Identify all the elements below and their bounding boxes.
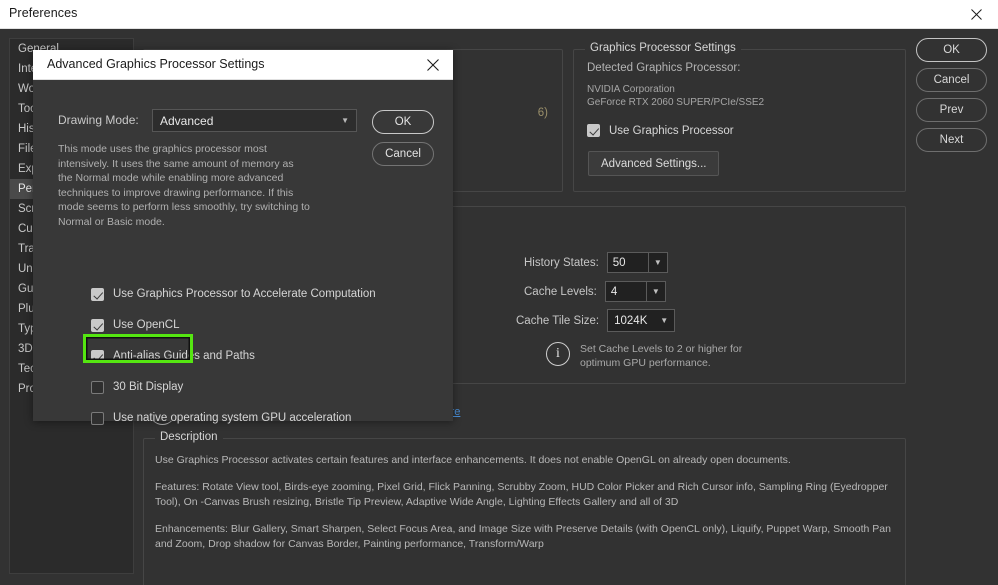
dialog-action-buttons: OK Cancel Prev Next [916, 38, 989, 158]
use-opencl-checkbox[interactable]: Use OpenCL [91, 316, 376, 334]
history-states-row: History States: ▼ [524, 252, 668, 273]
window-title: Preferences [9, 6, 78, 20]
detected-gpu-label: Detected Graphics Processor: [587, 62, 741, 74]
ok-button[interactable]: OK [916, 38, 987, 62]
modal-body: Drawing Mode: Advanced ▼ This mode uses … [33, 80, 453, 425]
checkbox-box [91, 380, 104, 394]
window-titlebar: Preferences [0, 0, 998, 29]
description-group: Description Use Graphics Processor activ… [143, 431, 906, 585]
checkbox-label: Use Graphics Processor [609, 124, 734, 137]
history-states-input[interactable] [607, 253, 648, 272]
cancel-button[interactable]: Cancel [916, 68, 987, 92]
checkbox-label: Anti-alias Guides and Paths [113, 350, 255, 362]
memory-range-fragment: 6) [537, 107, 548, 119]
cache-tile-size-label: Cache Tile Size: [516, 314, 600, 327]
checkbox-label: Use OpenCL [113, 319, 180, 331]
checkbox-label: 30 Bit Display [113, 381, 184, 393]
history-states-stepper[interactable]: ▼ [606, 252, 668, 273]
history-states-label: History States: [524, 256, 599, 269]
drawing-mode-description: This mode uses the graphics processor mo… [58, 143, 310, 228]
advanced-gpu-options-list: Use Graphics Processor to Accelerate Com… [91, 285, 376, 440]
checkbox-label: Use native operating system GPU accelera… [113, 412, 352, 424]
modal-titlebar: Advanced Graphics Processor Settings [33, 50, 453, 80]
description-paragraph-2: Features: Rotate View tool, Birds-eye zo… [155, 481, 888, 508]
preferences-window: Preferences General Interface Workspace … [0, 0, 998, 585]
detected-gpu-value: NVIDIA Corporation GeForce RTX 2060 SUPE… [587, 84, 765, 108]
checkbox-box [91, 287, 104, 301]
use-gpu-accelerate-computation-checkbox[interactable]: Use Graphics Processor to Accelerate Com… [91, 285, 376, 303]
drawing-mode-label: Drawing Mode: [58, 113, 139, 127]
checkbox-box [587, 124, 600, 137]
cache-tile-size-row: Cache Tile Size: 1024K ▼ [516, 309, 676, 332]
advanced-settings-button[interactable]: Advanced Settings... [588, 151, 720, 176]
description-paragraph-3: Enhancements: Blur Gallery, Smart Sharpe… [155, 523, 891, 550]
cache-info-note: i Set Cache Levels to 2 or higher for op… [546, 342, 876, 370]
use-graphics-processor-checkbox[interactable]: Use Graphics Processor [587, 124, 734, 137]
cache-tile-size-select[interactable]: 1024K ▼ [607, 309, 676, 332]
checkbox-box [91, 318, 104, 332]
anti-alias-guides-and-paths-checkbox[interactable]: Anti-alias Guides and Paths [91, 347, 376, 365]
chevron-down-icon[interactable]: ▼ [660, 316, 668, 325]
description-paragraph-1: Use Graphics Processor activates certain… [155, 454, 791, 466]
checkbox-box [91, 411, 104, 425]
use-native-os-gpu-acceleration-checkbox[interactable]: Use native operating system GPU accelera… [91, 409, 376, 427]
description-body: Use Graphics Processor activates certain… [155, 453, 894, 564]
drawing-mode-value: Advanced [160, 113, 214, 128]
cache-levels-row: Cache Levels: ▼ [524, 281, 666, 302]
checkbox-label: Use Graphics Processor to Accelerate Com… [113, 288, 376, 300]
cache-levels-label: Cache Levels: [524, 285, 597, 298]
window-body: General Interface Workspace Tools Histor… [0, 29, 998, 585]
graphics-processor-group-label: Graphics Processor Settings [585, 42, 741, 54]
checkbox-box [91, 349, 104, 363]
graphics-processor-settings-group: Graphics Processor Settings Detected Gra… [573, 42, 906, 192]
cache-info-text: Set Cache Levels to 2 or higher for opti… [580, 343, 743, 369]
next-button[interactable]: Next [916, 128, 987, 152]
cache-levels-stepper[interactable]: ▼ [604, 281, 666, 302]
close-icon[interactable] [954, 0, 998, 29]
cache-levels-input[interactable] [605, 282, 646, 301]
advanced-graphics-processor-settings-dialog: Advanced Graphics Processor Settings Dra… [33, 50, 453, 425]
drawing-mode-select[interactable]: Advanced ▼ [152, 109, 357, 132]
30-bit-display-checkbox[interactable]: 30 Bit Display [91, 378, 376, 396]
chevron-down-icon[interactable]: ▼ [645, 282, 665, 301]
modal-ok-button[interactable]: OK [372, 110, 434, 134]
chevron-down-icon[interactable]: ▼ [647, 253, 667, 272]
prev-button[interactable]: Prev [916, 98, 987, 122]
cache-tile-size-value: 1024K [614, 314, 648, 327]
modal-title: Advanced Graphics Processor Settings [47, 57, 265, 71]
modal-cancel-button[interactable]: Cancel [372, 142, 434, 166]
close-icon[interactable] [413, 50, 453, 80]
chevron-down-icon[interactable]: ▼ [341, 116, 349, 125]
info-icon: i [546, 342, 570, 366]
